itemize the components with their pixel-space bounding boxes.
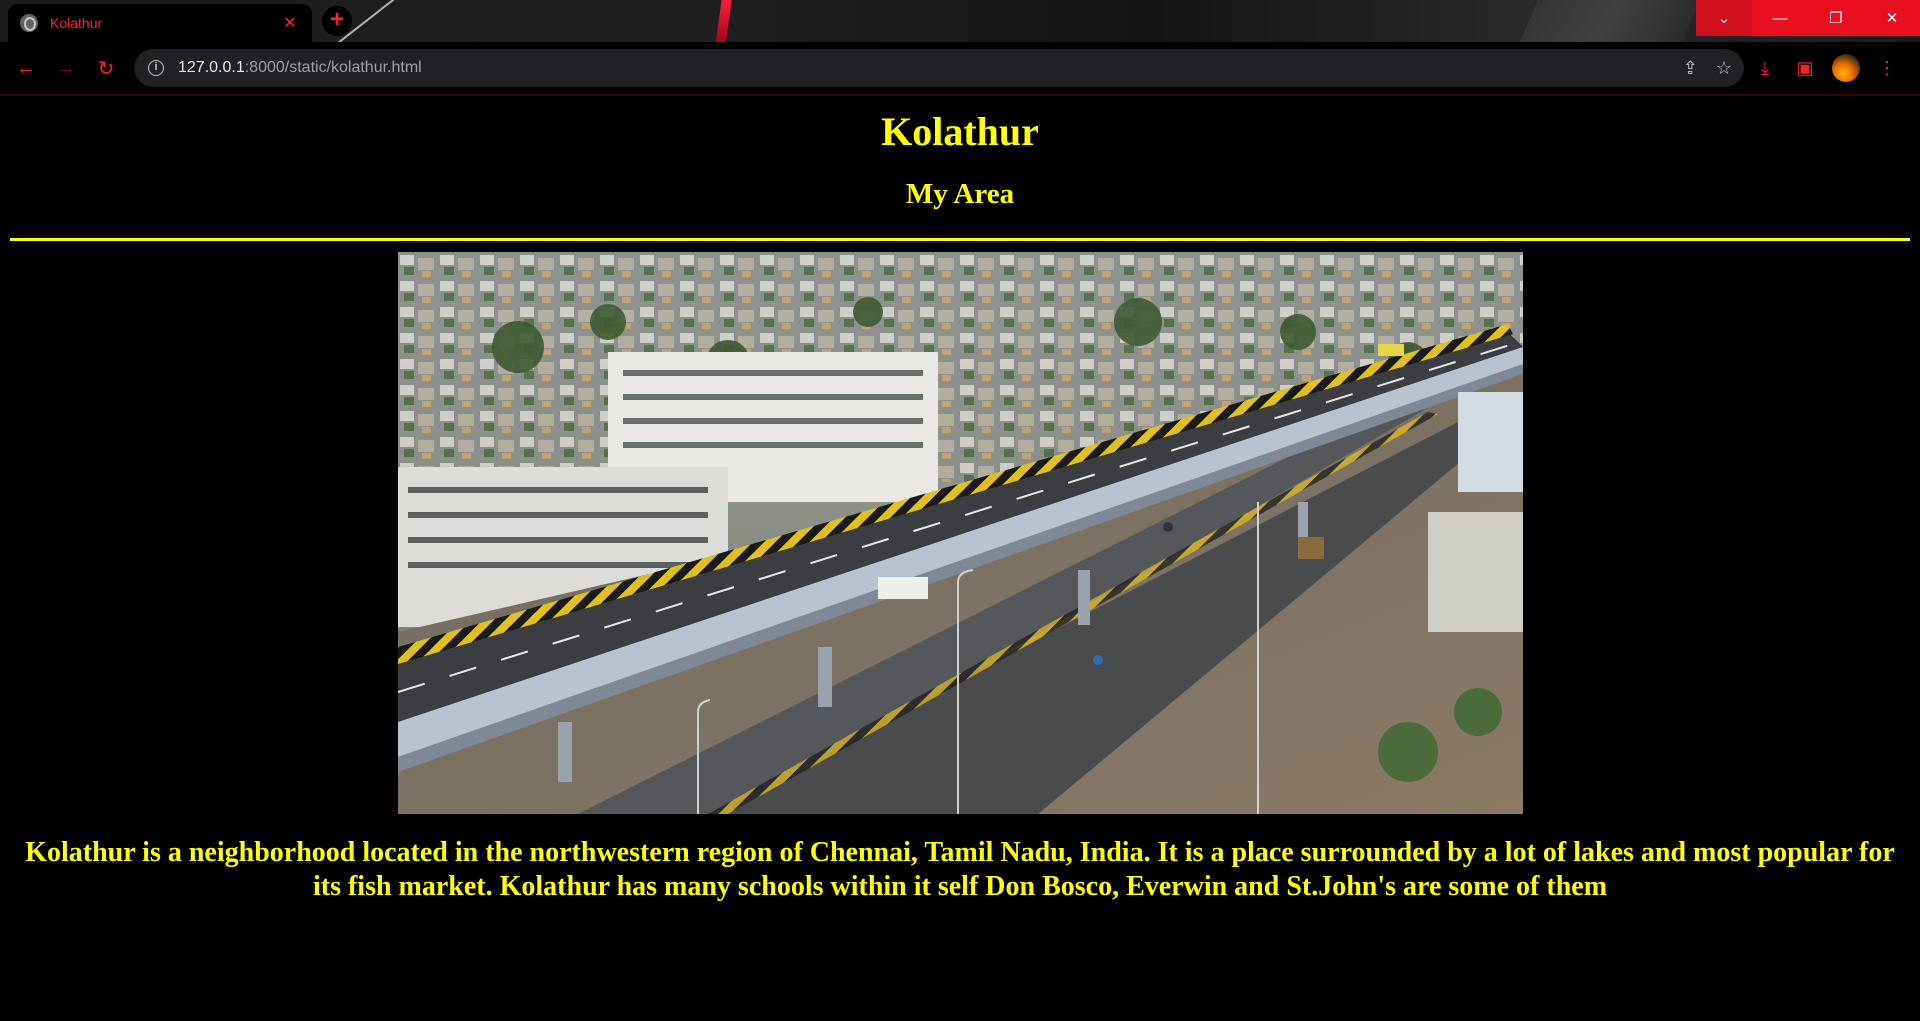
divider xyxy=(10,238,1910,241)
new-tab-button[interactable]: + xyxy=(322,6,352,36)
info-icon[interactable]: i xyxy=(148,60,164,76)
tab-search-icon[interactable]: ⌄ xyxy=(1696,0,1752,36)
toolbar-right-tools: ⤓ ▣ ⋮ xyxy=(1752,49,1900,87)
omnibox-actions: ⇪ ☆ xyxy=(1683,49,1732,87)
url-path: :8000/static/kolathur.html xyxy=(244,59,422,76)
tab-title: Kolathur xyxy=(50,15,103,31)
share-icon[interactable]: ⇪ xyxy=(1683,58,1698,79)
minimize-icon[interactable]: — xyxy=(1752,0,1808,36)
browser-title-bar: Kolathur ✕ + ⌄ — ❐ ✕ xyxy=(0,0,1920,42)
close-tab-icon[interactable]: ✕ xyxy=(280,13,300,33)
close-window-icon[interactable]: ✕ xyxy=(1864,0,1920,36)
wallpaper-streak xyxy=(713,0,733,42)
flyover-photo xyxy=(398,252,1523,814)
browser-tab[interactable]: Kolathur ✕ xyxy=(8,4,312,42)
window-controls: ⌄ — ❐ ✕ xyxy=(1696,0,1920,36)
reload-icon[interactable]: ↻ xyxy=(86,49,126,89)
star-icon[interactable]: ☆ xyxy=(1716,58,1732,79)
page-content: Kolathur My Area Kolathur is a neighborh… xyxy=(0,96,1920,1021)
page-description: Kolathur is a neighborhood located in th… xyxy=(25,837,1895,902)
restore-icon[interactable]: ❐ xyxy=(1808,0,1864,36)
side-panel-icon[interactable]: ▣ xyxy=(1792,58,1818,79)
address-bar[interactable]: i 127.0.0.1:8000/static/kolathur.html ⇪ … xyxy=(134,49,1744,87)
flyover-illustration xyxy=(398,252,1523,814)
page-title: Kolathur xyxy=(881,109,1039,154)
browser-toolbar: ← → ↻ i 127.0.0.1:8000/static/kolathur.h… xyxy=(0,42,1920,95)
page-subtitle: My Area xyxy=(905,178,1015,210)
download-icon[interactable]: ⤓ xyxy=(1752,58,1778,79)
globe-icon xyxy=(20,14,38,32)
avatar[interactable] xyxy=(1832,54,1860,82)
arrow-right-icon[interactable]: → xyxy=(46,49,86,89)
arrow-left-icon[interactable]: ← xyxy=(6,49,46,89)
wallpaper-shard xyxy=(1520,0,1700,42)
kebab-menu-icon[interactable]: ⋮ xyxy=(1874,58,1900,79)
url-host: 127.0.0.1 xyxy=(178,59,245,76)
